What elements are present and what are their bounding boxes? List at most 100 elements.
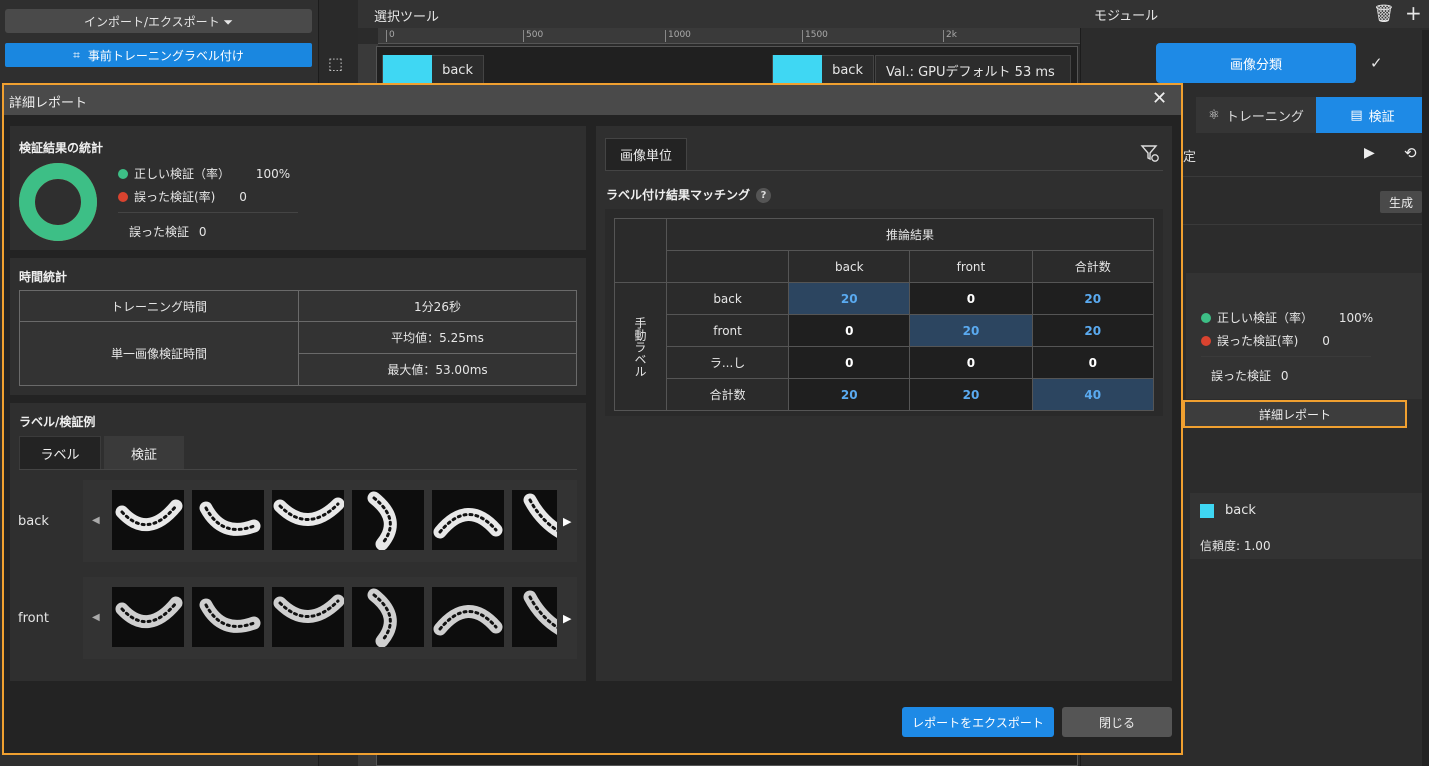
sample-thumbnail[interactable]: [112, 587, 184, 647]
sample-thumbnail[interactable]: [352, 490, 424, 550]
dialog-title: 詳細レポート: [4, 85, 1181, 115]
tag-color-swatch: [773, 55, 823, 85]
matrix-corner-blank: [665, 250, 790, 283]
help-icon[interactable]: ?: [756, 188, 772, 203]
dlg-correct-stat: 正しい検証（率） 100%: [118, 165, 290, 182]
detail-report-button[interactable]: 詳細レポート: [1183, 400, 1407, 428]
matrix-cell: 40: [1031, 378, 1155, 411]
col-header: front: [909, 250, 1033, 283]
close-icon[interactable]: ✕: [1152, 88, 1167, 109]
row-header: back: [665, 282, 790, 315]
settings-label: 定: [1183, 150, 1197, 165]
pretrain-label: 事前トレーニングラベル付け: [87, 48, 244, 63]
dlg-wrong-stat: 誤った検証(率) 0: [118, 188, 247, 205]
sample-thumbnail[interactable]: [192, 490, 264, 550]
add-icon[interactable]: +: [1405, 1, 1422, 25]
matrix-cell: 20: [1031, 314, 1155, 347]
pretrain-label-button[interactable]: ⌗ 事前トレーニングラベル付け: [5, 43, 312, 67]
sample-thumbnail[interactable]: [512, 587, 557, 647]
horizontal-ruler: 0 500 1000 1500 2k: [378, 28, 1080, 44]
sample-thumbnail[interactable]: [112, 490, 184, 550]
single-image-time-label: 単一画像検証時間: [19, 321, 299, 386]
example-row-label-back: back: [18, 514, 49, 529]
matrix-cell: 0: [909, 282, 1033, 315]
right-arrow-icon[interactable]: ▶: [563, 612, 571, 625]
red-dot-icon: [118, 192, 128, 202]
green-dot-icon: [118, 169, 128, 179]
example-row-label-front: front: [18, 611, 49, 626]
export-report-button[interactable]: レポートをエクスポート: [902, 707, 1054, 737]
tab-training[interactable]: ⚛ トレーニング: [1196, 97, 1316, 133]
correct-value: 100%: [1338, 311, 1374, 325]
inference-header: 推論結果: [666, 218, 1154, 251]
import-export-button[interactable]: インポート/エクスポート ⏷: [5, 9, 312, 33]
divider: [1183, 176, 1422, 177]
sample-thumbnail[interactable]: [352, 587, 424, 647]
tag-label: back: [832, 62, 863, 78]
tab-verify-examples[interactable]: 検証: [104, 436, 184, 470]
tab-verify[interactable]: ▤ 検証: [1316, 97, 1429, 133]
pretrain-icon: ⌗: [73, 47, 80, 62]
training-icon: ⚛: [1208, 107, 1220, 123]
wrong-count: 誤った検証 0: [1211, 367, 1288, 384]
divider: [1183, 224, 1422, 225]
sample-thumbnail[interactable]: [272, 587, 344, 647]
dlg-wrong-count-label: 誤った検証: [129, 225, 190, 239]
sample-thumbnail[interactable]: [432, 490, 504, 550]
wrong-count-label: 誤った検証: [1211, 369, 1272, 383]
matrix-cell: 20: [909, 314, 1033, 347]
check-icon: ✓: [1370, 54, 1383, 72]
matching-title-text: ラベル付け結果マッチング: [606, 188, 751, 202]
tag-color-swatch: [383, 55, 433, 85]
close-button[interactable]: 閉じる: [1062, 707, 1172, 737]
trash-icon[interactable]: 🗑: [1373, 4, 1395, 24]
examples-title: ラベル/検証例: [19, 415, 96, 429]
sample-thumbnail[interactable]: [272, 490, 344, 550]
row-header: front: [665, 314, 790, 347]
divider: [1201, 356, 1371, 357]
correct-stat: 正しい検証（率） 100%: [1201, 309, 1373, 326]
val-text: Val.: GPUデフォルト 53 ms: [886, 64, 1055, 80]
tab-label[interactable]: ラベル: [19, 436, 101, 470]
matrix-cell: 20: [1031, 282, 1155, 315]
tab-per-image[interactable]: 画像単位: [605, 138, 687, 170]
result-label: back: [1225, 503, 1256, 518]
play-icon[interactable]: ▶: [1364, 145, 1375, 161]
matrix-cell: 0: [1031, 346, 1155, 379]
donut-chart: [19, 163, 97, 241]
select-tool-icon[interactable]: ⬚: [328, 54, 350, 76]
result-color-swatch: [1200, 504, 1214, 518]
tag-back-1: back: [382, 55, 484, 85]
wrong-label: 誤った検証(率): [1217, 334, 1299, 348]
val-info: Val.: GPUデフォルト 53 ms: [875, 55, 1071, 85]
max-time-value: 最大値：53.00ms: [298, 353, 577, 386]
training-time-label: トレーニング時間: [19, 290, 299, 322]
left-arrow-icon[interactable]: ◀: [92, 612, 100, 623]
row-header: ラ...し: [665, 346, 790, 379]
green-dot-icon: [1201, 313, 1211, 323]
sample-thumbnail[interactable]: [192, 587, 264, 647]
stats-title: 検証結果の統計: [19, 141, 104, 155]
generate-button[interactable]: 生成: [1380, 191, 1422, 213]
image-classification-button[interactable]: 画像分類: [1156, 43, 1356, 83]
matrix-corner: [614, 218, 667, 283]
tag-label: back: [442, 62, 473, 78]
avg-time-value: 平均値：5.25ms: [298, 321, 577, 354]
sample-thumbnail[interactable]: [432, 587, 504, 647]
dlg-wrong-count-value: 0: [198, 225, 207, 239]
left-arrow-icon[interactable]: ◀: [92, 515, 100, 526]
right-arrow-icon[interactable]: ▶: [563, 515, 571, 528]
sample-thumbnail[interactable]: [512, 490, 557, 550]
filter-icon[interactable]: [1140, 143, 1160, 163]
right-scrollbar[interactable]: [1422, 30, 1429, 766]
col-header: 合計数: [1031, 250, 1155, 283]
divider: [605, 170, 1163, 171]
wrong-count-value: 0: [1280, 369, 1289, 383]
donut-correct-ring: [19, 163, 97, 241]
history-icon[interactable]: ⟲: [1404, 144, 1417, 162]
ruler-tick: 1500: [802, 30, 828, 42]
matching-title: ラベル付け結果マッチング?: [606, 186, 772, 203]
ruler-tick: 1000: [665, 30, 691, 42]
dlg-correct-value: 100%: [255, 167, 291, 181]
canvas-header: 選択ツール: [358, 0, 1080, 28]
